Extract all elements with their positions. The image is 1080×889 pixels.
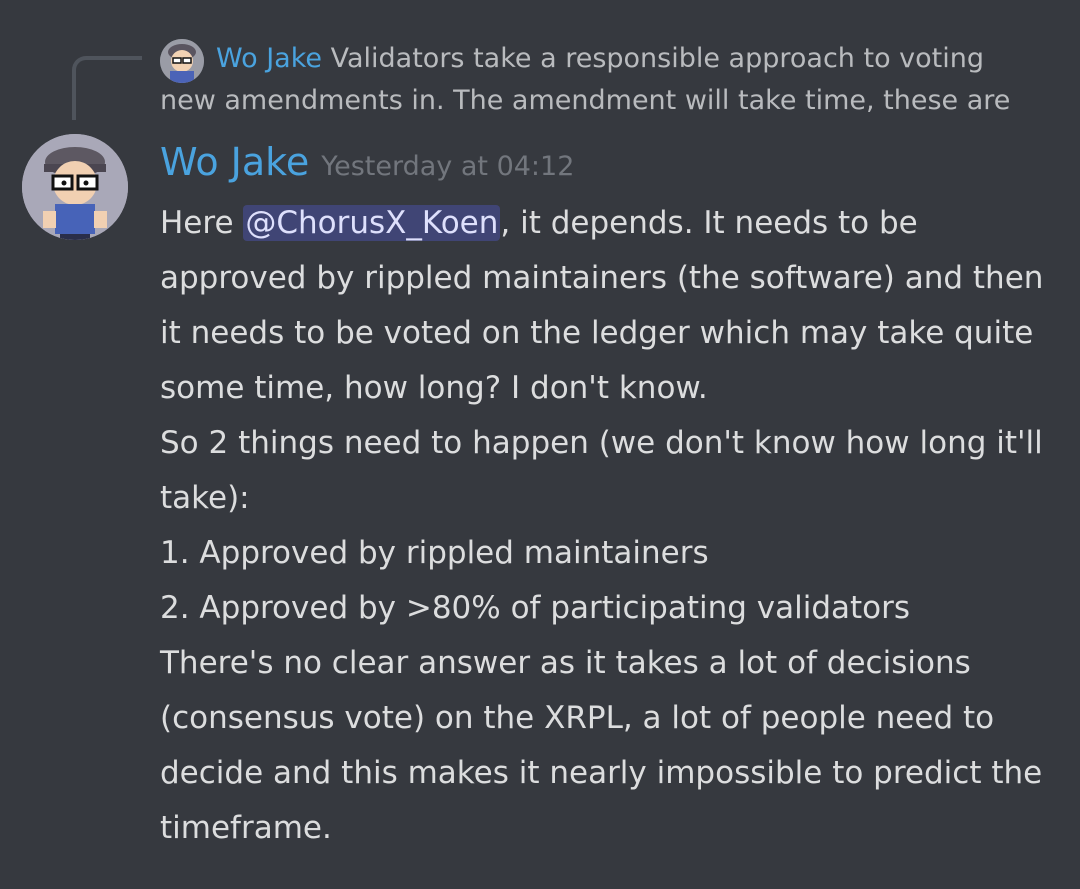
message-line-5: There's no clear answer as it takes a lo… [160, 645, 1043, 846]
reply-connector-line [72, 56, 142, 120]
reply-author[interactable]: Wo Jake [216, 43, 322, 74]
avatar-icon [22, 134, 128, 240]
message-author[interactable]: Wo Jake [160, 140, 309, 184]
message-timestamp[interactable]: Yesterday at 04:12 [321, 151, 574, 182]
message-line-2: So 2 things need to happen (we don't kno… [160, 425, 1043, 516]
user-avatar[interactable] [22, 134, 128, 240]
reply-preview[interactable]: Wo Jake Validators take a responsible ap… [160, 38, 1030, 122]
message-list-item-1: 1. Approved by rippled maintainers [160, 535, 709, 571]
intro-before-text: Here [160, 205, 244, 241]
user-mention[interactable]: @ChorusX_Koen [243, 205, 501, 241]
message-header: Wo Jake Yesterday at 04:12 [160, 140, 574, 184]
message-paragraph-intro: Here @ChorusX_Koen, it depends. It needs… [160, 196, 1065, 416]
message-content: Here @ChorusX_Koen, it depends. It needs… [160, 196, 1065, 856]
message-list-item-2: 2. Approved by >80% of participating val… [160, 590, 911, 626]
